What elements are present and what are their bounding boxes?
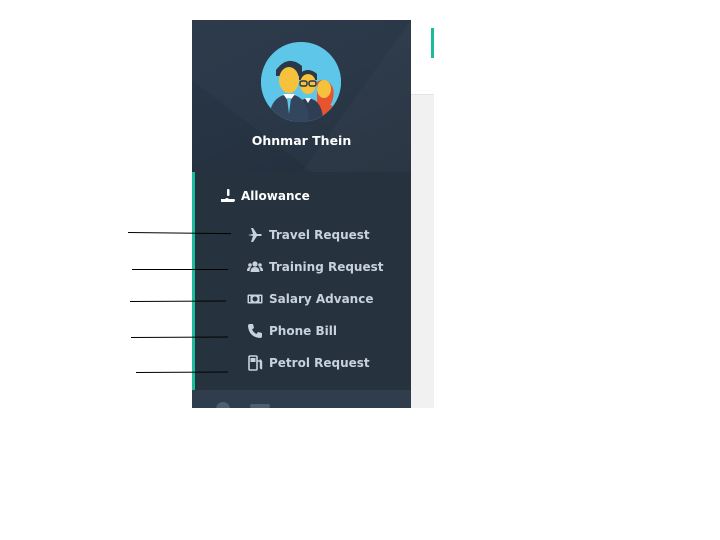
sidebar-item-training-request[interactable]: Training Request — [247, 258, 384, 276]
sidebar-item-label: Training Request — [269, 260, 384, 274]
sidebar-item-label: Phone Bill — [269, 324, 337, 338]
content-header — [411, 20, 434, 95]
hand-money-icon — [220, 188, 236, 204]
phone-icon — [247, 323, 263, 339]
menu-section-allowance[interactable]: Allowance — [220, 186, 310, 206]
sidebar-item-phone-bill[interactable]: Phone Bill — [247, 322, 337, 340]
cash-icon — [247, 291, 263, 307]
content-area — [411, 20, 434, 408]
section-label-cut-off — [250, 404, 270, 408]
profile-panel: Ohnmar Thein — [192, 20, 411, 172]
pointer-line-travel — [127, 232, 231, 235]
plane-icon — [247, 227, 263, 243]
gas-pump-icon — [247, 355, 263, 371]
sidebar-item-label: Travel Request — [269, 228, 370, 242]
users-icon — [247, 259, 263, 275]
sidebar-menu: Allowance Travel Request Training Reques… — [192, 172, 411, 390]
sidebar-item-label: Petrol Request — [269, 356, 370, 370]
team-avatar-icon[interactable] — [261, 42, 341, 122]
menu-section-label: Allowance — [241, 189, 310, 203]
sidebar-item-travel-request[interactable]: Travel Request — [247, 226, 370, 244]
header-accent-bar — [431, 28, 434, 58]
section-icon — [216, 402, 230, 408]
active-section-indicator — [192, 172, 195, 390]
sidebar-item-label: Salary Advance — [269, 292, 374, 306]
sidebar-item-salary-advance[interactable]: Salary Advance — [247, 290, 373, 308]
sidebar: Ohnmar Thein Allowance Travel Request Tr… — [192, 20, 411, 408]
sidebar-item-petrol-request[interactable]: Petrol Request — [247, 354, 370, 372]
user-name: Ohnmar Thein — [251, 133, 352, 148]
pointer-line-training — [132, 269, 228, 270]
collapsed-menu-section[interactable] — [192, 390, 411, 408]
